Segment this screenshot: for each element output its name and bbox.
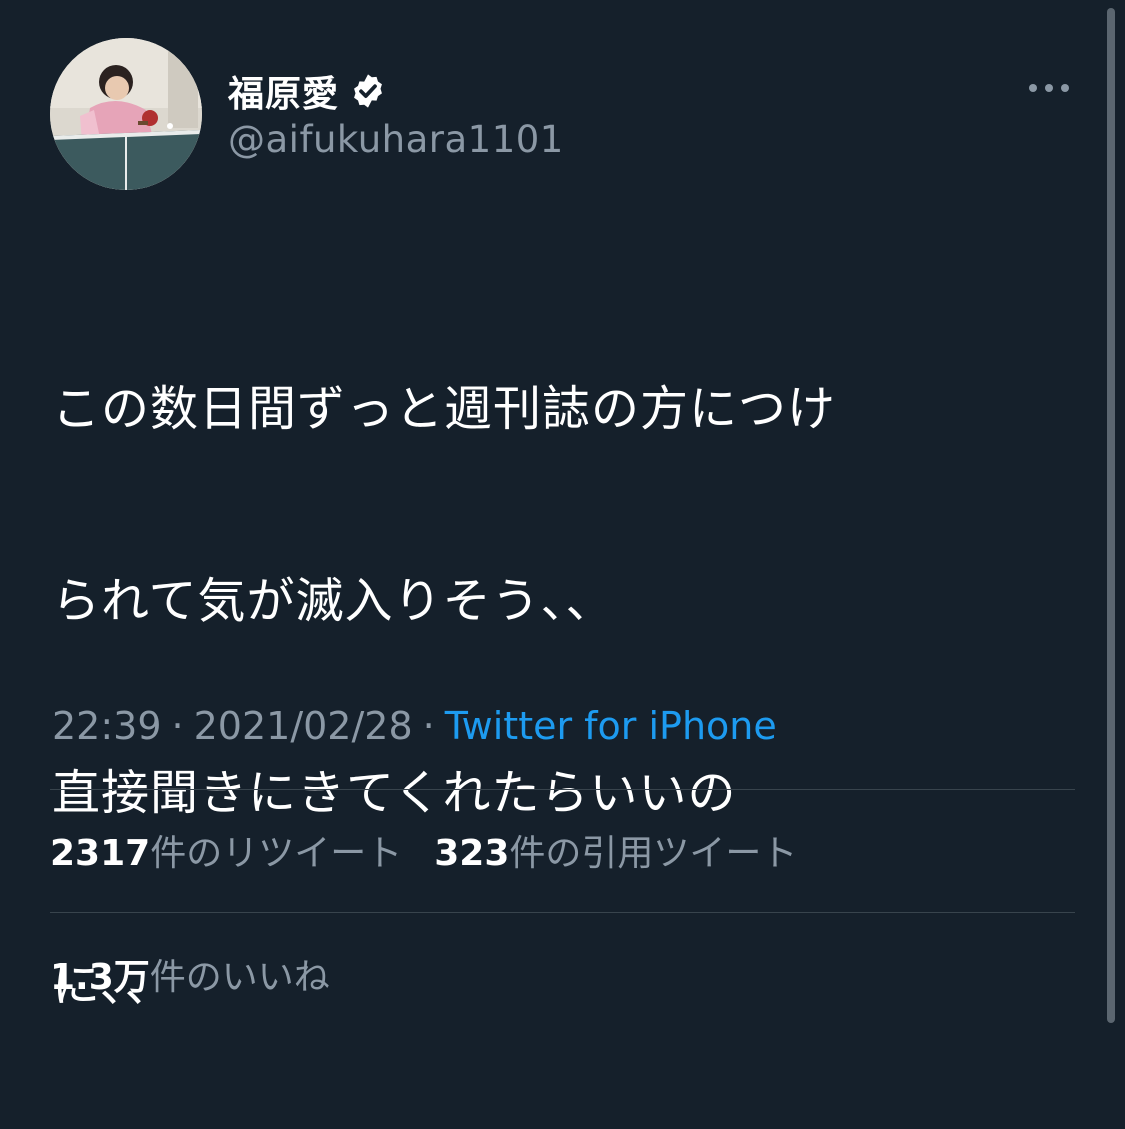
likes-count: 1.3万 xyxy=(50,957,150,998)
tweet-text-line: られて気が滅入りそう、、 xyxy=(52,573,615,629)
more-options-button[interactable] xyxy=(1024,70,1074,106)
more-horizontal-icon xyxy=(1029,84,1069,92)
tweet-date[interactable]: 2021/02/28 xyxy=(194,704,413,748)
tweet-text-line: この数日間ずっと週刊誌の方につけ xyxy=(52,381,837,437)
scrollbar[interactable] xyxy=(1107,8,1115,1023)
verified-badge-icon xyxy=(349,72,387,110)
divider xyxy=(50,912,1075,913)
likes-stats-row: 1.3万 件のいいね xyxy=(50,944,330,1004)
avatar[interactable] xyxy=(50,38,202,190)
retweets-stat[interactable]: 2317 件のリツイート xyxy=(50,824,402,876)
quotes-label: 件の引用ツイート xyxy=(509,833,798,874)
tweet-source-link[interactable]: Twitter for iPhone xyxy=(445,704,777,748)
likes-label: 件のいいね xyxy=(149,957,330,998)
tweet-meta: 22:39 · 2021/02/28 · Twitter for iPhone xyxy=(52,700,777,752)
retweets-label: 件のリツイート xyxy=(150,833,403,874)
tweet-time[interactable]: 22:39 xyxy=(52,704,162,748)
author-handle[interactable]: @aifukuhara1101 xyxy=(228,118,564,161)
meta-separator: · xyxy=(422,704,435,748)
divider xyxy=(50,789,1075,790)
avatar-photo xyxy=(50,38,202,190)
likes-stat[interactable]: 1.3万 件のいいね xyxy=(50,948,330,1000)
retweets-count: 2317 xyxy=(50,833,151,874)
quotes-count: 323 xyxy=(434,833,510,874)
quotes-stat[interactable]: 323 件の引用ツイート xyxy=(434,824,797,876)
author-name-row[interactable]: 福原愛 xyxy=(228,66,387,116)
meta-separator: · xyxy=(171,704,184,748)
display-name[interactable]: 福原愛 xyxy=(228,65,339,117)
engagement-stats-row: 2317 件のリツイート 323 件の引用ツイート xyxy=(50,820,797,880)
